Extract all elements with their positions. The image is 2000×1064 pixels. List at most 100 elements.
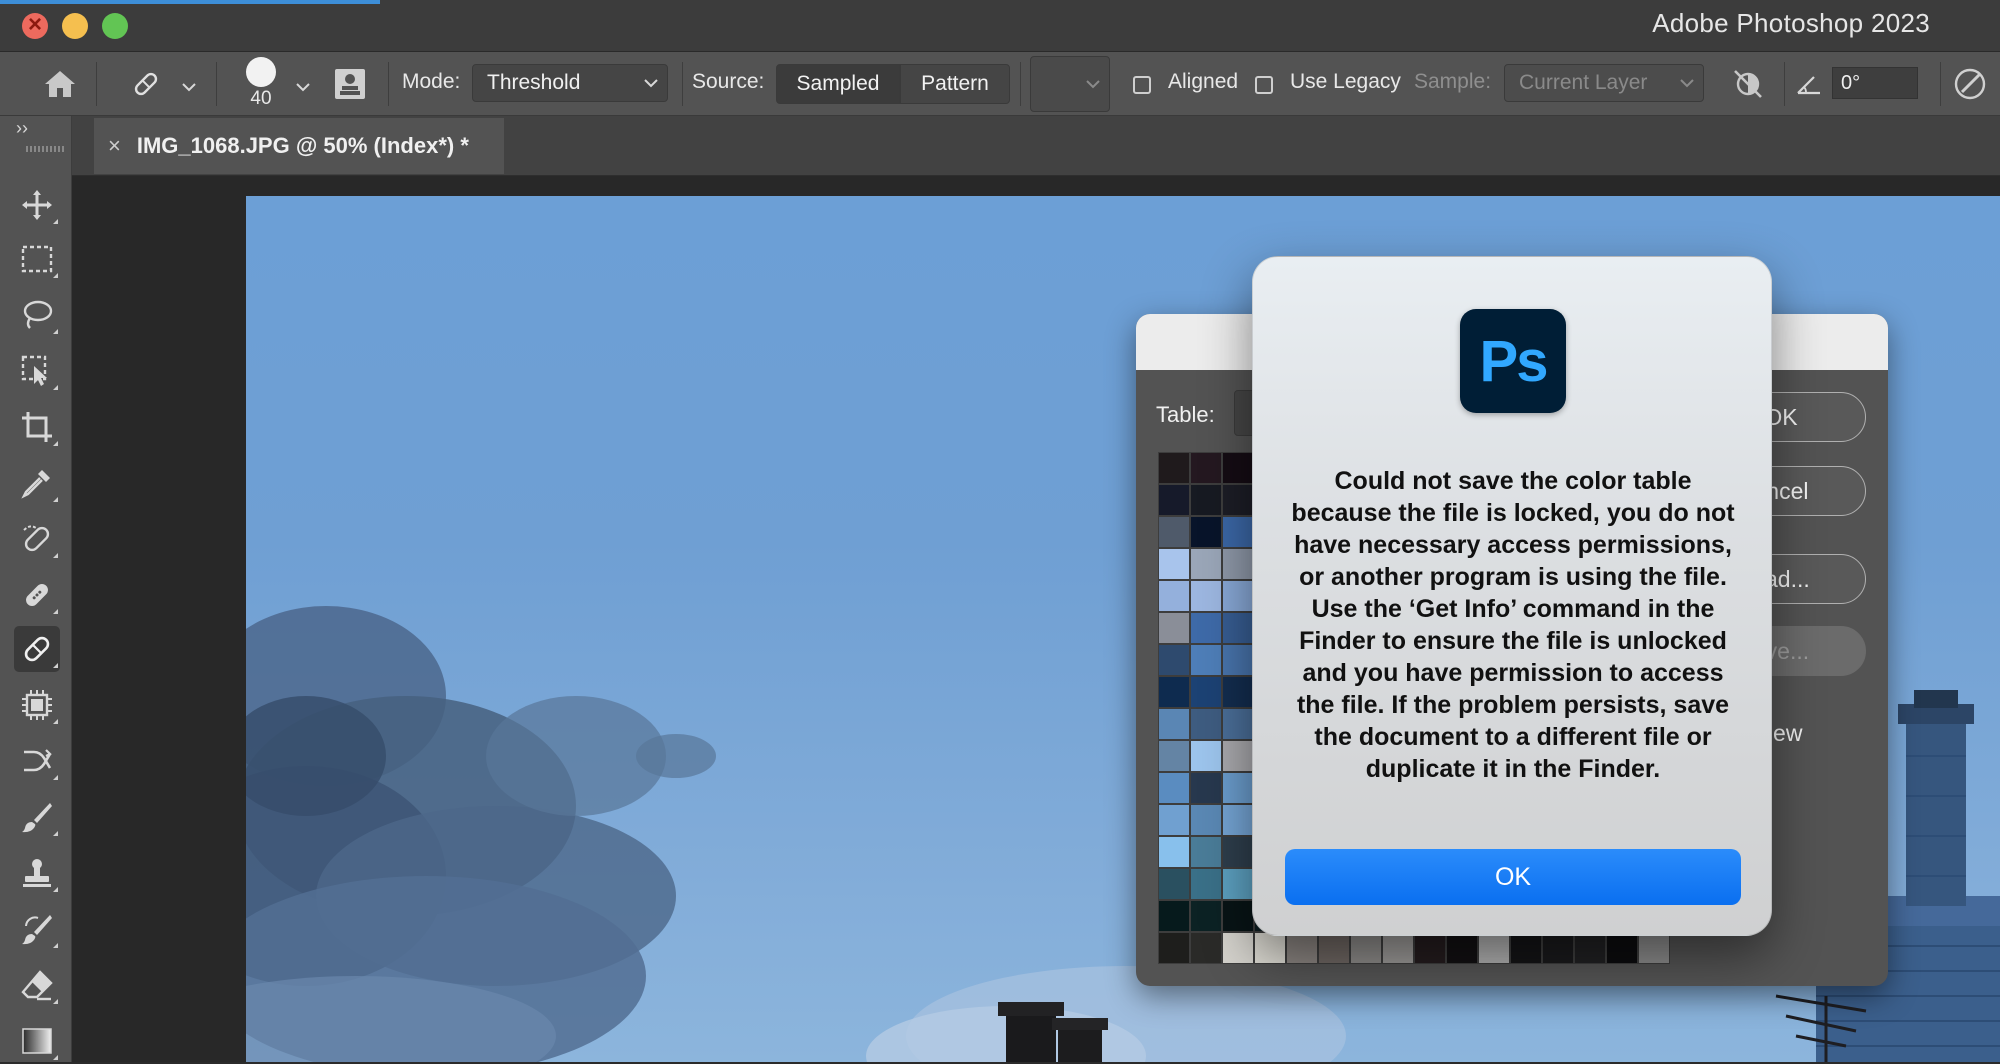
color-swatch[interactable]: [1222, 772, 1254, 804]
color-swatch[interactable]: [1158, 452, 1190, 484]
brush-preview-icon[interactable]: [240, 56, 282, 88]
source-sampled-button[interactable]: Sampled: [776, 64, 900, 104]
pattern-picker-dropdown[interactable]: [1030, 56, 1110, 112]
color-swatch[interactable]: [1190, 484, 1222, 516]
rectangular-marquee-tool-icon[interactable]: [14, 236, 60, 282]
color-swatch[interactable]: [1542, 932, 1574, 964]
color-swatch[interactable]: [1158, 676, 1190, 708]
color-swatch[interactable]: [1158, 644, 1190, 676]
color-swatch[interactable]: [1158, 612, 1190, 644]
color-swatch[interactable]: [1158, 740, 1190, 772]
color-swatch[interactable]: [1158, 900, 1190, 932]
color-swatch[interactable]: [1286, 932, 1318, 964]
sample-dropdown[interactable]: Current Layer: [1504, 64, 1704, 102]
color-swatch[interactable]: [1318, 932, 1350, 964]
brush-tool-icon[interactable]: [14, 794, 60, 840]
color-swatch[interactable]: [1222, 900, 1254, 932]
eyedropper-tool-icon[interactable]: [14, 460, 60, 506]
color-swatch[interactable]: [1190, 516, 1222, 548]
color-swatch[interactable]: [1638, 932, 1670, 964]
color-swatch[interactable]: [1222, 708, 1254, 740]
alert-ok-button[interactable]: OK: [1285, 849, 1741, 905]
color-swatch[interactable]: [1222, 484, 1254, 516]
color-swatch[interactable]: [1190, 772, 1222, 804]
color-swatch[interactable]: [1190, 740, 1222, 772]
color-swatch[interactable]: [1222, 676, 1254, 708]
color-swatch[interactable]: [1190, 708, 1222, 740]
tool-preset-chevron-down-icon[interactable]: [176, 74, 202, 100]
color-swatch[interactable]: [1222, 548, 1254, 580]
color-swatch[interactable]: [1158, 932, 1190, 964]
color-swatch[interactable]: [1158, 580, 1190, 612]
ignore-adjustment-layers-icon[interactable]: [1728, 66, 1768, 102]
color-swatch[interactable]: [1158, 484, 1190, 516]
color-swatch[interactable]: [1222, 452, 1254, 484]
close-window-button[interactable]: [22, 12, 48, 39]
angle-input[interactable]: 0°: [1832, 67, 1918, 99]
history-brush-tool-icon[interactable]: [14, 906, 60, 952]
pressure-size-icon[interactable]: [1950, 64, 1990, 104]
spot-healing-brush-tool-icon[interactable]: [14, 516, 60, 562]
color-swatch[interactable]: [1158, 548, 1190, 580]
clone-source-icon[interactable]: [330, 64, 370, 104]
color-swatch[interactable]: [1510, 932, 1542, 964]
aligned-checkbox[interactable]: [1133, 76, 1151, 94]
color-swatch[interactable]: [1158, 836, 1190, 868]
healing-brush-tool-icon[interactable]: [14, 572, 60, 618]
color-swatch[interactable]: [1158, 772, 1190, 804]
color-swatch[interactable]: [1190, 900, 1222, 932]
color-swatch[interactable]: [1222, 804, 1254, 836]
color-swatch[interactable]: [1414, 932, 1446, 964]
color-swatch[interactable]: [1222, 740, 1254, 772]
mode-dropdown[interactable]: Threshold: [472, 64, 668, 102]
zoom-window-button[interactable]: [102, 13, 128, 39]
patch-tool-preset-icon[interactable]: [126, 64, 166, 104]
object-selection-tool-icon[interactable]: [14, 348, 60, 394]
color-swatch[interactable]: [1606, 932, 1638, 964]
content-aware-move-tool-icon[interactable]: [14, 682, 60, 728]
color-swatch[interactable]: [1254, 932, 1286, 964]
brush-chevron-down-icon[interactable]: [290, 74, 316, 100]
patch-tool-icon[interactable]: [14, 626, 60, 672]
color-swatch[interactable]: [1222, 868, 1254, 900]
color-swatch[interactable]: [1190, 548, 1222, 580]
lasso-tool-icon[interactable]: [14, 292, 60, 338]
color-swatch[interactable]: [1350, 932, 1382, 964]
color-swatch[interactable]: [1158, 708, 1190, 740]
color-swatch[interactable]: [1190, 804, 1222, 836]
color-swatch[interactable]: [1222, 580, 1254, 612]
red-eye-tool-icon[interactable]: [14, 738, 60, 784]
use-legacy-checkbox[interactable]: [1255, 76, 1273, 94]
color-swatch[interactable]: [1190, 676, 1222, 708]
color-swatch[interactable]: [1478, 932, 1510, 964]
color-swatch[interactable]: [1222, 516, 1254, 548]
gradient-tool-icon[interactable]: [14, 1018, 60, 1064]
color-swatch[interactable]: [1158, 516, 1190, 548]
move-tool-icon[interactable]: [14, 182, 60, 228]
color-swatch[interactable]: [1190, 580, 1222, 612]
color-swatch[interactable]: [1158, 804, 1190, 836]
color-swatch[interactable]: [1190, 644, 1222, 676]
clone-stamp-tool-icon[interactable]: [14, 850, 60, 896]
close-document-icon[interactable]: ×: [108, 133, 121, 159]
collapse-panel-button[interactable]: ››: [16, 118, 28, 139]
document-tab[interactable]: × IMG_1068.JPG @ 50% (Index*) *: [94, 118, 504, 174]
color-swatch[interactable]: [1190, 932, 1222, 964]
color-swatch[interactable]: [1222, 612, 1254, 644]
color-swatch[interactable]: [1222, 644, 1254, 676]
minimize-window-button[interactable]: [62, 13, 88, 39]
color-swatch[interactable]: [1158, 868, 1190, 900]
color-swatch[interactable]: [1222, 836, 1254, 868]
eraser-tool-icon[interactable]: [14, 962, 60, 1008]
color-swatch[interactable]: [1190, 868, 1222, 900]
color-swatch[interactable]: [1190, 452, 1222, 484]
color-swatch[interactable]: [1446, 932, 1478, 964]
color-swatch[interactable]: [1190, 836, 1222, 868]
home-icon[interactable]: [36, 64, 84, 104]
color-swatch[interactable]: [1382, 932, 1414, 964]
color-swatch[interactable]: [1574, 932, 1606, 964]
source-pattern-button[interactable]: Pattern: [900, 64, 1010, 104]
color-swatch[interactable]: [1222, 932, 1254, 964]
panel-grip[interactable]: [26, 146, 66, 152]
crop-tool-icon[interactable]: [14, 404, 60, 450]
